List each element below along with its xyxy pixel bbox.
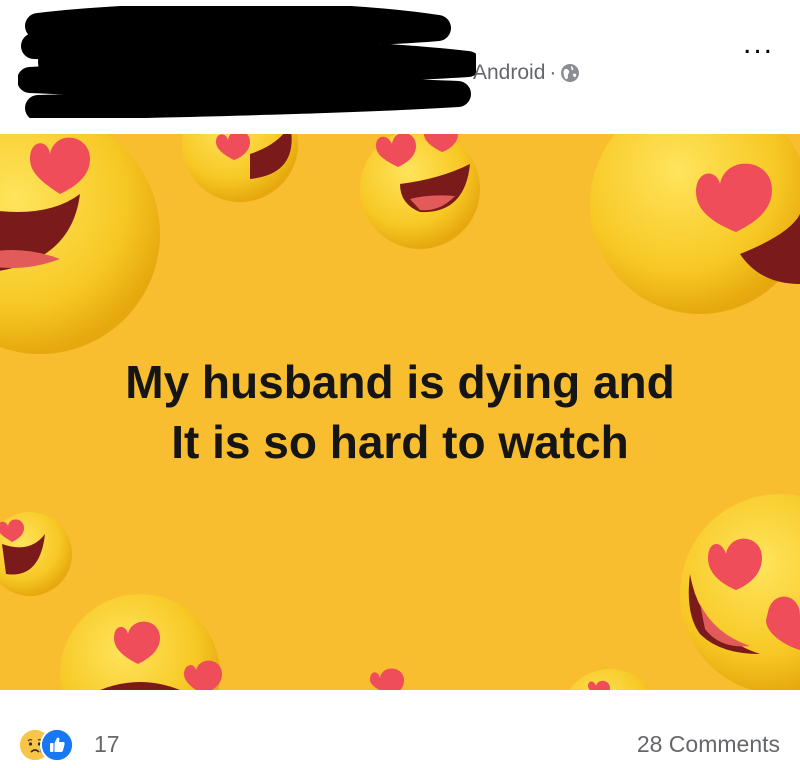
post-text: My husband is dying and It is so hard to…: [0, 352, 800, 472]
source-label: Android: [473, 61, 546, 84]
like-reaction-icon: [40, 728, 74, 762]
post-footer: 17 28 Comments: [0, 690, 800, 768]
emoji-face: [0, 134, 160, 354]
emoji-face: [569, 669, 651, 690]
emoji-face: [370, 668, 404, 690]
emoji-face: [182, 134, 298, 202]
emoji-face: [360, 134, 480, 249]
globe-icon: [560, 63, 580, 90]
comments-count-link[interactable]: 28 Comments: [637, 728, 780, 760]
emoji-face: [590, 134, 800, 314]
post-header: Android · ...: [0, 0, 800, 134]
post-meta: Android ·: [473, 60, 580, 90]
post-text-line-1: My husband is dying and: [125, 356, 675, 408]
emoji-face: [0, 512, 72, 596]
meta-separator: ·: [549, 61, 557, 84]
post-background: My husband is dying and It is so hard to…: [0, 134, 800, 690]
emoji-face: [60, 594, 222, 690]
emoji-face: [680, 494, 800, 690]
redacted-author-name: [17, 2, 481, 121]
post-text-line-2: It is so hard to watch: [171, 416, 629, 468]
more-options-icon[interactable]: ...: [743, 29, 774, 59]
reaction-count: 17: [94, 731, 120, 757]
